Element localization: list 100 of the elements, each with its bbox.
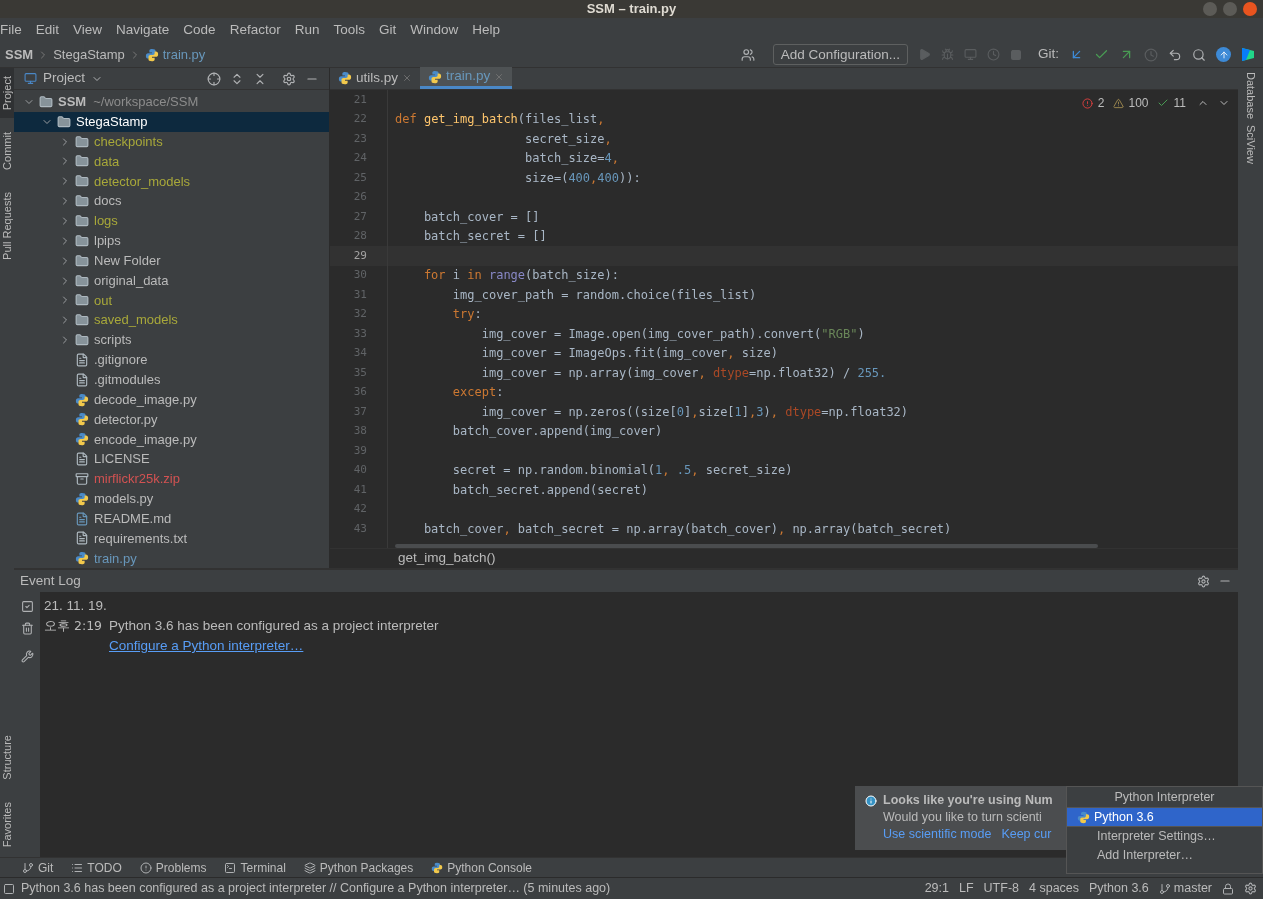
tree-row[interactable]: models.py — [14, 488, 329, 509]
tree-row[interactable]: docs — [14, 191, 329, 212]
markdown-file-icon — [75, 511, 89, 526]
tool-window-tab[interactable]: Commit — [0, 124, 14, 179]
file-encoding[interactable]: UTF-8 — [983, 879, 1019, 898]
menu-item[interactable]: Tools — [333, 19, 365, 41]
tree-row[interactable]: original_data — [14, 270, 329, 291]
stop-icon[interactable] — [1010, 48, 1022, 61]
tree-row[interactable]: .gitmodules — [14, 369, 329, 390]
close-icon[interactable] — [402, 73, 413, 83]
tree-row[interactable]: scripts — [14, 330, 329, 350]
notification-link[interactable]: Keep cur — [1001, 826, 1052, 843]
lock-icon[interactable] — [1222, 882, 1234, 895]
menu-item[interactable]: View — [73, 19, 103, 41]
run-configuration-button[interactable]: Add Configuration... — [772, 44, 908, 65]
line-number: 43 — [352, 521, 367, 536]
settings-icon[interactable] — [282, 71, 296, 86]
tree-row[interactable]: detector.py — [14, 409, 329, 430]
locate-icon[interactable] — [207, 71, 221, 86]
tool-window-tab[interactable]: Favorites — [0, 793, 14, 855]
close-icon[interactable] — [494, 71, 505, 82]
popup-item[interactable]: Python 3.6 — [1067, 808, 1262, 827]
search-icon[interactable] — [1192, 47, 1206, 62]
tool-window-tab[interactable]: Project — [0, 68, 14, 119]
notification-link[interactable]: Use scientific mode — [883, 826, 992, 843]
tree-row[interactable]: .gitignore — [14, 349, 329, 370]
tool-window-tab[interactable]: Pull Requests — [0, 184, 14, 268]
interpreter-widget[interactable]: Python 3.6 — [1089, 879, 1149, 898]
collapse-all-icon[interactable] — [253, 71, 267, 86]
menu-item[interactable]: Git — [378, 19, 397, 41]
tree-row[interactable]: SSM ~/workspace/SSM — [14, 92, 329, 112]
archive-icon — [75, 471, 89, 486]
editor-tab[interactable]: utils.py — [330, 67, 421, 89]
tool-window-tab[interactable]: SciView — [1238, 125, 1263, 165]
notification-text: Would you like to turn scienti — [883, 809, 1042, 826]
line-number: 29 — [352, 248, 367, 263]
breadcrumb-item[interactable]: SSM — [5, 44, 34, 65]
code-text: img_cover = np.array(img_cover, dtype=np.float32) / 255. — [480, 364, 887, 382]
debug-icon[interactable] — [941, 48, 954, 61]
maximize-button[interactable] — [1223, 2, 1237, 16]
log-link[interactable]: Configure a Python interpreter… — [109, 638, 304, 653]
code-text: img_cover = ImageOps.fit(img_cover, size) — [480, 345, 778, 363]
menu-item[interactable]: Run — [294, 19, 320, 41]
git-branch[interactable]: master — [1173, 879, 1212, 898]
tool-window-button[interactable]: Git — [22, 858, 54, 877]
users-icon[interactable] — [740, 47, 755, 62]
history-icon[interactable] — [1144, 47, 1158, 62]
tree-row[interactable]: data — [14, 151, 329, 172]
tree-row[interactable]: decode_image.py — [14, 389, 329, 410]
menu-item[interactable]: Refactor — [229, 19, 281, 41]
menu-item[interactable]: Code — [183, 19, 216, 41]
trash-icon[interactable] — [20, 622, 34, 635]
tree-row[interactable]: detector_models — [14, 171, 329, 192]
popup-item[interactable]: Interpreter Settings… — [1067, 827, 1262, 846]
logo-icon[interactable] — [1241, 47, 1255, 62]
close-button[interactable] — [1243, 2, 1257, 16]
line-separator[interactable]: LF — [959, 879, 974, 898]
tree-row[interactable]: checkpoints — [14, 131, 329, 152]
tool-window-button[interactable]: Problems — [139, 858, 207, 877]
run-icon[interactable] — [918, 48, 931, 61]
menu-item[interactable]: Help — [472, 19, 500, 41]
tool-window-button[interactable]: Python Packages — [303, 858, 414, 877]
tool-window-tab[interactable]: Structure — [0, 727, 14, 788]
settings-icon[interactable] — [1197, 574, 1210, 588]
upload-icon[interactable] — [1216, 47, 1231, 62]
popup-item[interactable]: Add Interpreter… — [1067, 846, 1262, 865]
tree-row[interactable]: StegaStamp — [14, 111, 329, 132]
tree-row[interactable]: out — [14, 290, 329, 311]
menu-item[interactable]: File — [0, 19, 22, 41]
tree-row[interactable]: train.py — [14, 548, 329, 568]
menu-item[interactable]: Edit — [35, 19, 60, 41]
menu-item[interactable]: Navigate — [116, 19, 170, 41]
mark-read-icon[interactable] — [20, 600, 34, 613]
tree-row[interactable]: logs — [14, 211, 329, 231]
tree-row[interactable]: saved_models — [14, 310, 329, 331]
breadcrumb-item[interactable]: StegaStamp — [53, 44, 125, 65]
code-text: batch_cover = [] — [422, 208, 540, 226]
horizontal-scrollbar[interactable] — [395, 544, 1098, 548]
menu-item[interactable]: Window — [410, 19, 459, 41]
line-number: 21 — [352, 92, 367, 107]
tool-window-button[interactable]: TODO — [71, 858, 122, 877]
tree-row[interactable]: lpips — [14, 230, 329, 251]
caret-position[interactable]: 29:1 — [924, 879, 949, 898]
tool-window-button[interactable]: Python Console — [431, 858, 532, 877]
tool-window-button[interactable]: Terminal — [224, 858, 286, 877]
rollback-icon[interactable] — [1168, 47, 1182, 62]
tool-window-tab[interactable]: Database — [1238, 72, 1263, 120]
tree-row[interactable]: encode_image.py — [14, 429, 329, 450]
tree-row[interactable]: New Folder — [14, 250, 329, 271]
tree-item-label: SSM — [58, 93, 87, 112]
tree-row[interactable]: requirements.txt — [14, 528, 329, 549]
tree-row[interactable]: LICENSE — [14, 449, 329, 470]
minimize-button[interactable] — [1203, 2, 1217, 16]
tree-row[interactable]: README.md — [14, 508, 329, 529]
editor-breadcrumb[interactable]: get_img_batch() — [398, 548, 496, 569]
breadcrumb-item[interactable]: train.py — [162, 44, 206, 65]
wrench-icon[interactable] — [20, 650, 34, 663]
alert-icon — [139, 861, 152, 874]
indent-setting[interactable]: 4 spaces — [1029, 879, 1080, 898]
panel-title[interactable]: Project — [43, 68, 86, 89]
